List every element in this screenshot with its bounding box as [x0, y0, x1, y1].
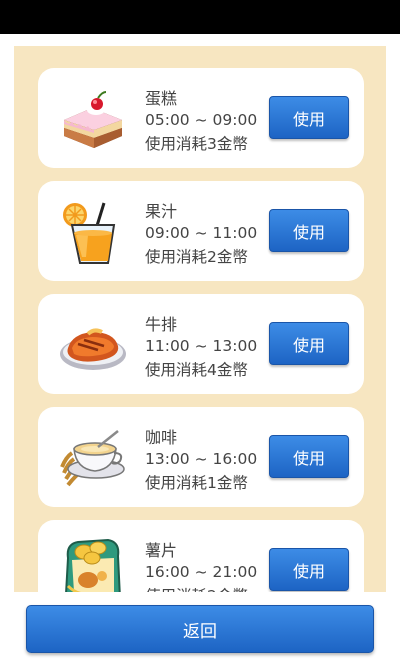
- item-time: 09:00 ~ 11:00: [145, 224, 258, 242]
- use-button-chips[interactable]: 使用: [269, 548, 349, 591]
- use-button-steak[interactable]: 使用: [269, 322, 349, 365]
- coffee-icon: [58, 423, 128, 493]
- food-list-panel[interactable]: 蛋糕 05:00 ~ 09:00 使用消耗3金幣 使用 果汁 09:00 ~ 1…: [14, 46, 386, 592]
- chips-icon: [58, 536, 128, 592]
- use-button-cake[interactable]: 使用: [269, 96, 349, 139]
- list-item-juice: 果汁 09:00 ~ 11:00 使用消耗2金幣 使用: [38, 181, 364, 281]
- item-name: 果汁: [145, 202, 178, 221]
- list-item-cake: 蛋糕 05:00 ~ 09:00 使用消耗3金幣 使用: [38, 68, 364, 168]
- use-button-coffee[interactable]: 使用: [269, 435, 349, 478]
- item-name: 牛排: [145, 315, 178, 334]
- item-cost: 使用消耗2金幣: [145, 248, 248, 266]
- back-button[interactable]: 返回: [26, 605, 374, 653]
- top-bar: [0, 0, 400, 34]
- item-time: 05:00 ~ 09:00: [145, 111, 258, 129]
- item-cost: 使用消耗2金幣: [145, 584, 248, 592]
- item-time: 16:00 ~ 21:00: [145, 563, 258, 581]
- item-name: 咖啡: [145, 428, 178, 447]
- item-time: 11:00 ~ 13:00: [145, 337, 258, 355]
- item-name: 薯片: [145, 541, 178, 560]
- item-name: 蛋糕: [145, 89, 178, 108]
- steak-icon: [58, 310, 128, 380]
- list-item-coffee: 咖啡 13:00 ~ 16:00 使用消耗1金幣 使用: [38, 407, 364, 507]
- juice-icon: [58, 197, 128, 267]
- list-item-chips: 薯片 16:00 ~ 21:00 使用消耗2金幣 使用: [38, 520, 364, 592]
- item-cost: 使用消耗4金幣: [145, 361, 248, 379]
- item-cost: 使用消耗3金幣: [145, 135, 248, 153]
- item-cost: 使用消耗1金幣: [145, 474, 248, 492]
- use-button-juice[interactable]: 使用: [269, 209, 349, 252]
- cake-icon: [58, 84, 128, 154]
- item-time: 13:00 ~ 16:00: [145, 450, 258, 468]
- list-item-steak: 牛排 11:00 ~ 13:00 使用消耗4金幣 使用: [38, 294, 364, 394]
